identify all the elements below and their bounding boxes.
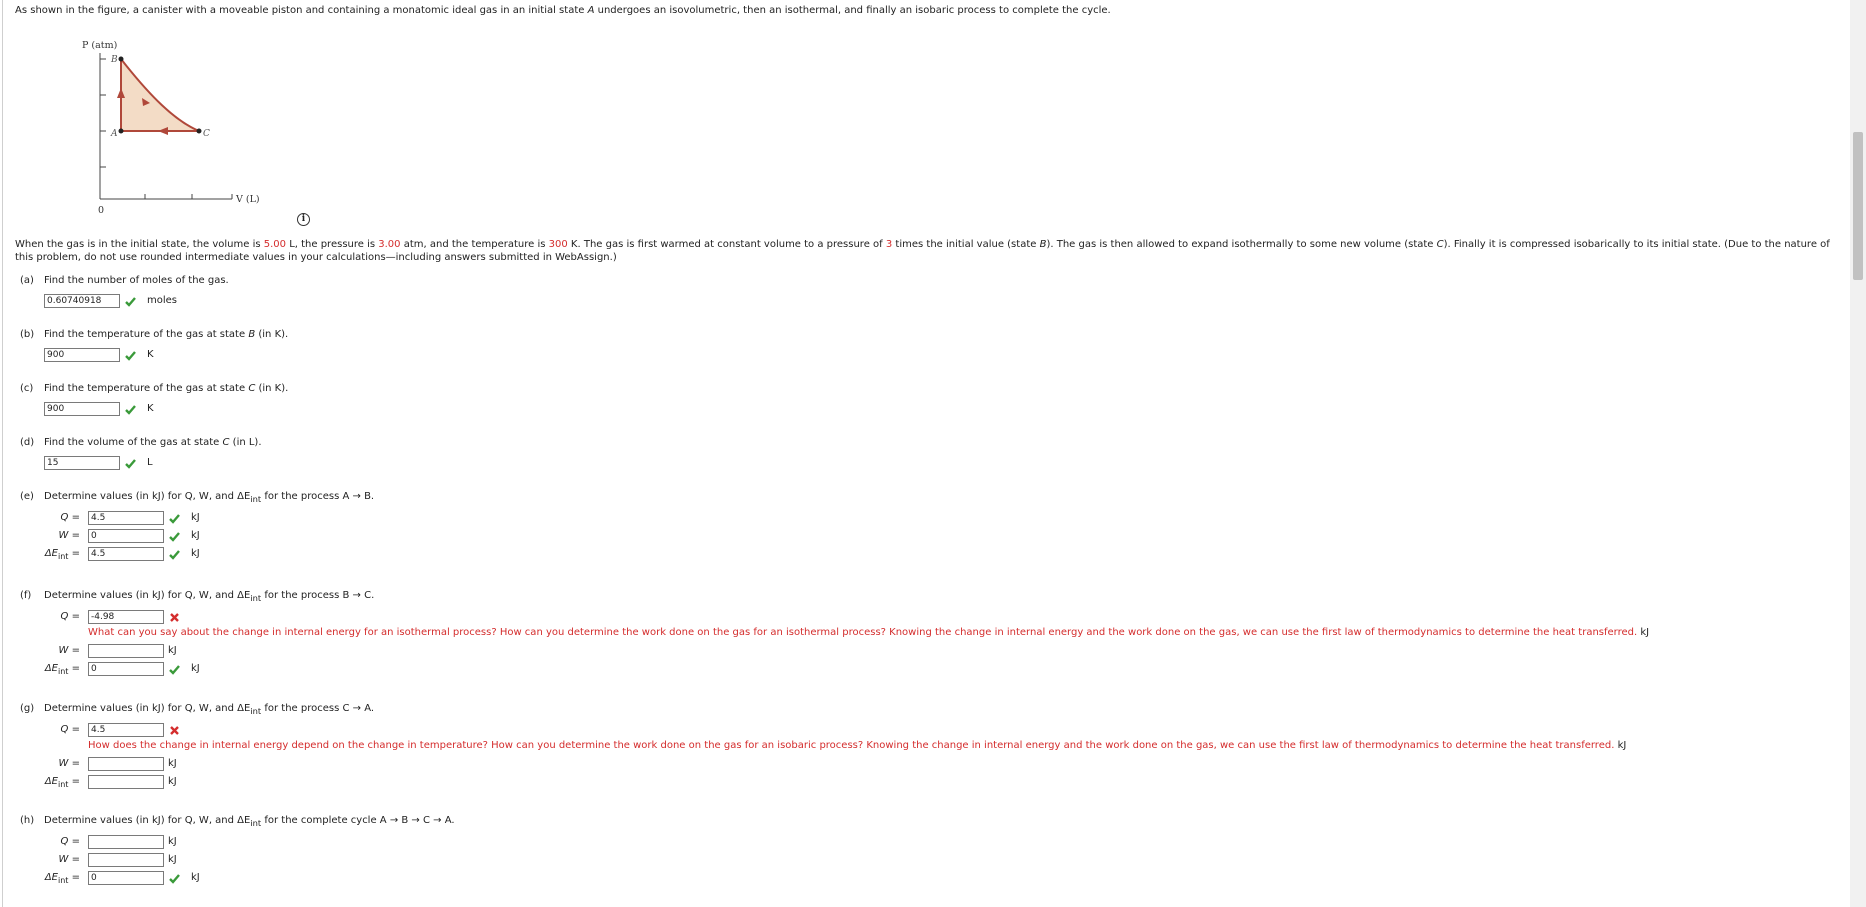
part-g-hint: How does the change in internal energy d… bbox=[88, 740, 1627, 751]
part-f-question: (f) Determine values (in kJ) for Q, W, an… bbox=[20, 590, 375, 603]
part-e-de-row: ΔEint = kJ bbox=[20, 547, 320, 561]
part-h-w-input[interactable] bbox=[88, 853, 164, 867]
part-f-w-row: W = kJ bbox=[58, 644, 177, 658]
part-g-w-input[interactable] bbox=[88, 757, 164, 771]
point-c bbox=[196, 128, 202, 134]
part-h-de-unit: kJ bbox=[191, 872, 200, 883]
part-h-w-row: W = kJ bbox=[58, 853, 177, 867]
part-f-de-row: ΔEint = kJ bbox=[20, 662, 320, 676]
part-f-hint: What can you say about the change in int… bbox=[88, 627, 1650, 638]
part-b-unit: K bbox=[147, 349, 154, 360]
check-icon bbox=[169, 665, 180, 675]
part-g-de-input[interactable] bbox=[88, 775, 164, 789]
info-icon[interactable]: i bbox=[297, 213, 310, 226]
part-h-q-row: Q = kJ bbox=[60, 835, 177, 849]
part-e-question: (e) Determine values (in kJ) for Q, W, an… bbox=[20, 491, 375, 504]
left-border bbox=[2, 0, 3, 907]
check-icon bbox=[169, 550, 180, 560]
label-b: B bbox=[110, 55, 118, 65]
cycle-area bbox=[121, 59, 199, 131]
part-e-w-row: W = kJ bbox=[20, 529, 320, 543]
part-g-q-input[interactable] bbox=[88, 723, 164, 737]
part-h-de-row: ΔEint = kJ bbox=[20, 871, 320, 885]
intro-text: As shown in the figure, a canister with … bbox=[15, 5, 1111, 16]
x-axis-label: V (L) bbox=[235, 194, 260, 205]
part-a-question: (a) Find the number of moles of the gas. bbox=[20, 275, 229, 286]
point-a bbox=[118, 128, 124, 134]
part-h-q-input[interactable] bbox=[88, 835, 164, 849]
cross-icon bbox=[170, 613, 179, 622]
part-g-question: (g) Determine values (in kJ) for Q, W, an… bbox=[20, 703, 375, 716]
part-h-q-unit: kJ bbox=[168, 836, 177, 847]
scrollbar-thumb[interactable] bbox=[1853, 132, 1863, 280]
part-c-unit: K bbox=[147, 403, 154, 414]
check-icon bbox=[125, 459, 136, 469]
part-f-w-unit: kJ bbox=[168, 645, 177, 656]
part-h-de-input[interactable] bbox=[88, 871, 164, 885]
part-d-answer-input[interactable] bbox=[44, 456, 120, 470]
part-b-question: (b) Find the temperature of the gas at st… bbox=[20, 329, 289, 340]
check-icon bbox=[169, 514, 180, 524]
part-h-w-unit: kJ bbox=[168, 854, 177, 865]
part-b-answer-input[interactable] bbox=[44, 348, 120, 362]
label-c: C bbox=[203, 129, 210, 139]
part-g-de-row: ΔEint = kJ bbox=[44, 775, 177, 789]
part-a-answer-input[interactable] bbox=[44, 294, 120, 308]
check-icon bbox=[169, 532, 180, 542]
check-icon bbox=[169, 874, 180, 884]
point-b bbox=[118, 56, 124, 62]
check-icon bbox=[125, 351, 136, 361]
part-f-q-row: Q = bbox=[20, 610, 320, 624]
part-f-w-input[interactable] bbox=[88, 644, 164, 658]
pv-diagram: P (atm) V (L) 0 B A C bbox=[82, 40, 260, 214]
page-content: As shown in the figure, a canister with … bbox=[0, 0, 1850, 907]
part-f-de-unit: kJ bbox=[191, 663, 200, 674]
check-icon bbox=[125, 405, 136, 415]
part-e-de-input[interactable] bbox=[88, 547, 164, 561]
part-e-q-input[interactable] bbox=[88, 511, 164, 525]
part-c-answer-input[interactable] bbox=[44, 402, 120, 416]
cross-icon bbox=[170, 726, 179, 735]
part-f-q-input[interactable] bbox=[88, 610, 164, 624]
part-g-w-unit: kJ bbox=[168, 758, 177, 769]
part-e-w-input[interactable] bbox=[88, 529, 164, 543]
label-a: A bbox=[110, 129, 118, 139]
origin-label: 0 bbox=[98, 205, 104, 214]
problem-statement: When the gas is in the initial state, th… bbox=[15, 239, 1830, 263]
part-h-question: (h) Determine values (in kJ) for Q, W, an… bbox=[20, 815, 455, 828]
part-g-q-row: Q = bbox=[20, 723, 320, 737]
part-f-de-input[interactable] bbox=[88, 662, 164, 676]
part-d-unit: L bbox=[147, 457, 153, 468]
part-g-de-unit: kJ bbox=[168, 776, 177, 787]
part-g-w-row: W = kJ bbox=[58, 757, 177, 771]
part-e-q-row: Q = kJ bbox=[20, 511, 320, 525]
y-axis-label: P (atm) bbox=[82, 40, 117, 51]
part-e-de-unit: kJ bbox=[191, 548, 200, 559]
part-e-q-unit: kJ bbox=[191, 512, 200, 523]
part-d-question: (d) Find the volume of the gas at state C… bbox=[20, 437, 262, 448]
part-a-unit: moles bbox=[147, 295, 177, 306]
check-icon bbox=[125, 297, 136, 307]
part-e-w-unit: kJ bbox=[191, 530, 200, 541]
part-c-question: (c) Find the temperature of the gas at st… bbox=[20, 383, 289, 394]
vertical-scrollbar[interactable] bbox=[1850, 0, 1866, 907]
